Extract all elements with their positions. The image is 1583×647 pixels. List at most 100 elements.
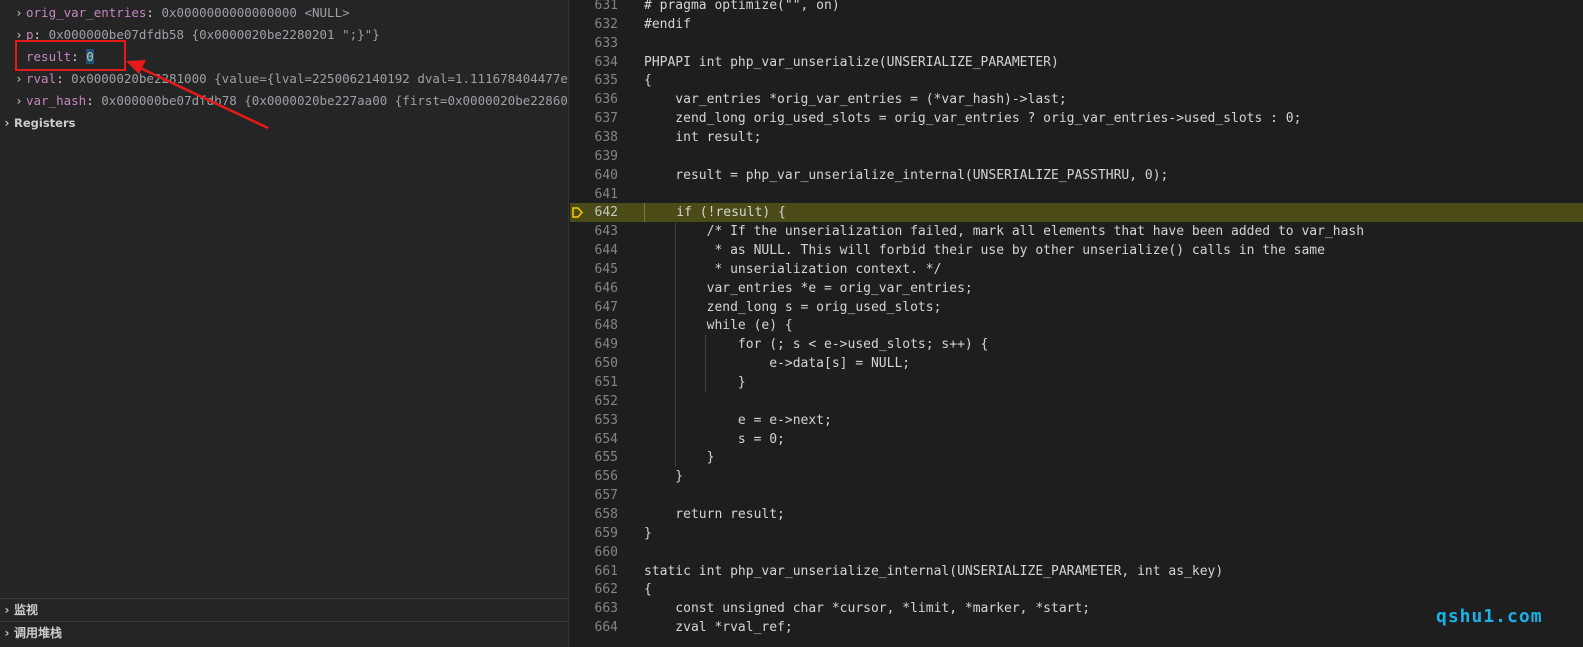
code-line[interactable]: 637 zend_long orig_used_slots = orig_var…: [570, 109, 1583, 128]
code-text[interactable]: }: [644, 448, 715, 467]
variable-row-rval[interactable]: › rval: 0x0000020be2281000 {value={lval=2…: [0, 68, 568, 90]
code-line[interactable]: 658 return result;: [570, 505, 1583, 524]
code-text[interactable]: int result;: [644, 128, 761, 147]
code-line[interactable]: 631 # pragma optimize("", on): [570, 0, 1583, 15]
code-line[interactable]: 652: [570, 392, 1583, 411]
code-line[interactable]: 660: [570, 543, 1583, 562]
code-text[interactable]: zval *rval_ref;: [644, 618, 792, 637]
line-number[interactable]: 645: [570, 260, 618, 279]
line-number[interactable]: 663: [570, 599, 618, 618]
line-number[interactable]: 640: [570, 166, 618, 185]
code-text[interactable]: var_entries *e = orig_var_entries;: [644, 279, 973, 298]
line-number[interactable]: 653: [570, 411, 618, 430]
code-line[interactable]: 664 zval *rval_ref;: [570, 618, 1583, 637]
code-line[interactable]: 662 {: [570, 580, 1583, 599]
code-line[interactable]: 638 int result;: [570, 128, 1583, 147]
code-editor[interactable]: 631 # pragma optimize("", on) 632 #endif 633…: [570, 0, 1583, 647]
chevron-right-icon[interactable]: ›: [0, 112, 14, 134]
line-number[interactable]: 664: [570, 618, 618, 637]
code-line[interactable]: 648 while (e) {: [570, 316, 1583, 335]
chevron-right-icon[interactable]: ›: [12, 68, 26, 90]
code-text[interactable]: return result;: [644, 505, 785, 524]
line-number[interactable]: 656: [570, 467, 618, 486]
code-line[interactable]: 639: [570, 147, 1583, 166]
code-text[interactable]: {: [644, 71, 652, 90]
variable-row-result[interactable]: result: 0: [0, 46, 568, 68]
code-line[interactable]: 651 }: [570, 373, 1583, 392]
code-line[interactable]: 656 }: [570, 467, 1583, 486]
code-line[interactable]: 642 if (!result) {: [570, 203, 1583, 223]
code-text[interactable]: if (!result) {: [644, 203, 786, 223]
code-text[interactable]: }: [644, 373, 746, 392]
line-number[interactable]: 648: [570, 316, 618, 335]
code-text[interactable]: PHPAPI int php_var_unserialize(UNSERIALI…: [644, 53, 1059, 72]
code-text[interactable]: * unserialization context. */: [644, 260, 941, 279]
line-number[interactable]: 633: [570, 34, 618, 53]
code-line[interactable]: 655 }: [570, 448, 1583, 467]
line-number[interactable]: 639: [570, 147, 618, 166]
line-number[interactable]: 636: [570, 90, 618, 109]
code-text[interactable]: #endif: [644, 15, 691, 34]
code-text[interactable]: # pragma optimize("", on): [644, 0, 840, 15]
chevron-right-icon[interactable]: ›: [12, 2, 26, 24]
callstack-section-header[interactable]: › 调用堆栈: [0, 621, 568, 644]
line-number[interactable]: 651: [570, 373, 618, 392]
code-line[interactable]: 647 zend_long s = orig_used_slots;: [570, 298, 1583, 317]
code-text[interactable]: }: [644, 467, 683, 486]
line-number[interactable]: 642: [570, 203, 618, 222]
line-number[interactable]: 659: [570, 524, 618, 543]
code-text[interactable]: const unsigned char *cursor, *limit, *ma…: [644, 599, 1090, 618]
code-line[interactable]: 649 for (; s < e->used_slots; s++) {: [570, 335, 1583, 354]
line-number[interactable]: 649: [570, 335, 618, 354]
code-text[interactable]: {: [644, 580, 652, 599]
chevron-right-icon[interactable]: ›: [12, 90, 26, 112]
code-line[interactable]: 636 var_entries *orig_var_entries = (*va…: [570, 90, 1583, 109]
line-number[interactable]: 650: [570, 354, 618, 373]
line-number[interactable]: 652: [570, 392, 618, 411]
code-text[interactable]: for (; s < e->used_slots; s++) {: [644, 335, 988, 354]
line-number[interactable]: 643: [570, 222, 618, 241]
code-line[interactable]: 633: [570, 34, 1583, 53]
code-line[interactable]: 641: [570, 185, 1583, 204]
code-line[interactable]: 643 /* If the unserialization failed, ma…: [570, 222, 1583, 241]
line-number[interactable]: 654: [570, 430, 618, 449]
line-number[interactable]: 655: [570, 448, 618, 467]
code-text[interactable]: e = e->next;: [644, 411, 832, 430]
line-number[interactable]: 660: [570, 543, 618, 562]
variable-row-orig-var-entries[interactable]: › orig_var_entries: 0x0000000000000000 <N…: [0, 2, 568, 24]
code-text[interactable]: var_entries *orig_var_entries = (*var_ha…: [644, 90, 1066, 109]
line-number[interactable]: 638: [570, 128, 618, 147]
registers-node[interactable]: › Registers: [0, 112, 568, 134]
variable-row-p[interactable]: › p: 0x000000be07dfdb58 {0x0000020be22802…: [0, 24, 568, 46]
code-line[interactable]: 650 e->data[s] = NULL;: [570, 354, 1583, 373]
line-number[interactable]: 647: [570, 298, 618, 317]
code-line[interactable]: 653 e = e->next;: [570, 411, 1583, 430]
line-number[interactable]: 641: [570, 185, 618, 204]
code-text[interactable]: e->data[s] = NULL;: [644, 354, 910, 373]
code-text[interactable]: * as NULL. This will forbid their use by…: [644, 241, 1324, 260]
line-number[interactable]: 662: [570, 580, 618, 599]
code-text[interactable]: result = php_var_unserialize_internal(UN…: [644, 166, 1168, 185]
code-line[interactable]: 646 var_entries *e = orig_var_entries;: [570, 279, 1583, 298]
line-number[interactable]: 657: [570, 486, 618, 505]
code-text[interactable]: s = 0;: [644, 430, 785, 449]
code-line[interactable]: 661 static int php_var_unserialize_intern…: [570, 562, 1583, 581]
line-number[interactable]: 661: [570, 562, 618, 581]
code-line[interactable]: 657: [570, 486, 1583, 505]
code-line[interactable]: 635 {: [570, 71, 1583, 90]
code-line[interactable]: 644 * as NULL. This will forbid their us…: [570, 241, 1583, 260]
code-text[interactable]: zend_long s = orig_used_slots;: [644, 298, 942, 317]
code-line[interactable]: 632 #endif: [570, 15, 1583, 34]
code-text[interactable]: zend_long orig_used_slots = orig_var_ent…: [644, 109, 1301, 128]
line-number[interactable]: 646: [570, 279, 618, 298]
line-number[interactable]: 634: [570, 53, 618, 72]
code-line[interactable]: 645 * unserialization context. */: [570, 260, 1583, 279]
code-line[interactable]: 659}: [570, 524, 1583, 543]
variable-row-var-hash[interactable]: › var_hash: 0x000000be07dfdb78 {0x0000020…: [0, 90, 568, 112]
code-line[interactable]: 640 result = php_var_unserialize_interna…: [570, 166, 1583, 185]
code-text[interactable]: /* If the unserialization failed, mark a…: [644, 222, 1364, 241]
code-line[interactable]: 663 const unsigned char *cursor, *limit,…: [570, 599, 1583, 618]
chevron-right-icon[interactable]: ›: [12, 24, 26, 46]
line-number[interactable]: 635: [570, 71, 618, 90]
watch-section-header[interactable]: › 监视: [0, 598, 568, 621]
